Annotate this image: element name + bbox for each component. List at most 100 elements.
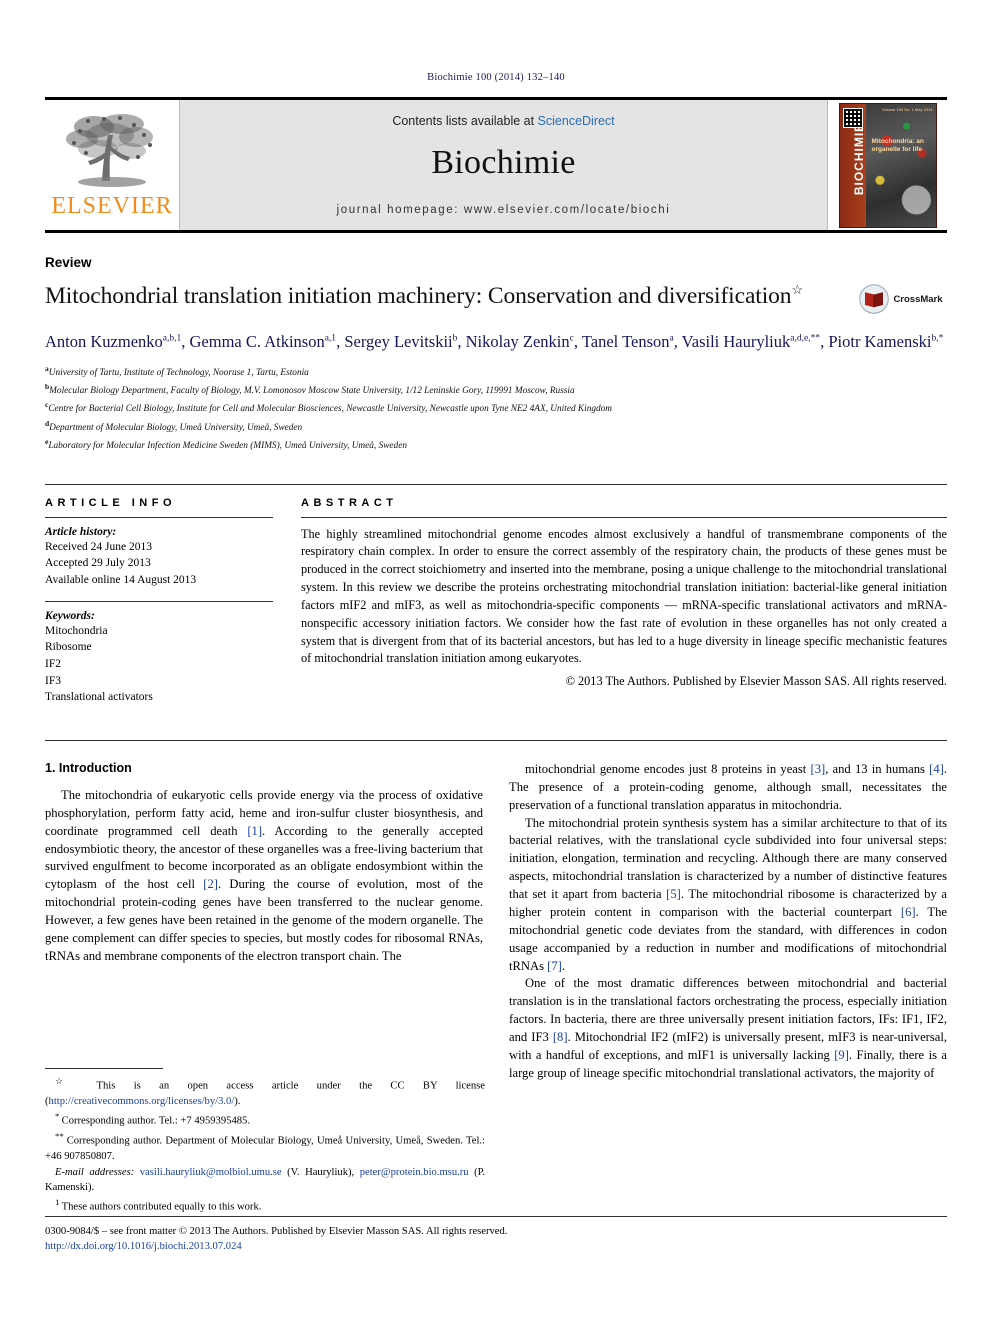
contents-available-line: Contents lists available at ScienceDirec… <box>392 114 614 128</box>
sciencedirect-link[interactable]: ScienceDirect <box>538 114 615 128</box>
journal-homepage-link[interactable]: journal homepage: www.elsevier.com/locat… <box>337 204 671 216</box>
article-history-lines: Received 24 June 2013 Accepted 29 July 20… <box>45 539 273 589</box>
keyword-item: IF2 <box>45 657 61 670</box>
body-paragraph: mitochondrial genome encodes just 8 prot… <box>509 761 947 812</box>
doi-link[interactable]: http://dx.doi.org/10.1016/j.biochi.2013.… <box>45 1239 947 1254</box>
body-paragraph: The mitochondria of eukaryotic cells pro… <box>45 787 483 963</box>
cover-caption: Mitochondria: an organelle for life <box>871 137 924 153</box>
body-column-left: 1. Introduction The mitochondria of euka… <box>45 761 483 1083</box>
citation-reference[interactable]: [3] <box>811 762 826 776</box>
author-name: Nikolay Zenkin <box>465 332 570 351</box>
info-abstract-block: ARTICLE INFO Article history: Received 2… <box>45 483 947 706</box>
citation-reference[interactable]: [8] <box>553 1030 568 1044</box>
citation-reference[interactable]: [2] <box>203 877 218 891</box>
journal-masthead: ELSEVIER Contents lists available at Sci… <box>45 97 947 233</box>
affiliation-marker: a <box>45 364 49 374</box>
footnote-item: * Corresponding author. Tel.: +7 4959395… <box>55 1111 250 1127</box>
affiliation-marker: d <box>45 418 50 428</box>
author-affiliation-marker: a <box>669 333 674 344</box>
citation-reference[interactable]: [4] <box>929 762 944 776</box>
article-info-column: ARTICLE INFO Article history: Received 2… <box>45 497 273 706</box>
right-column-paragraphs: mitochondrial genome encodes just 8 prot… <box>509 761 947 1083</box>
contents-prefix: Contents lists available at <box>392 114 538 128</box>
footnote-marker: ☆ <box>55 1076 97 1086</box>
citation-reference[interactable]: [1] <box>247 824 262 838</box>
footnote-item: ** Corresponding author. Department of M… <box>45 1130 485 1162</box>
elsevier-wordmark: ELSEVIER <box>51 192 173 219</box>
body-column-right: mitochondrial genome encodes just 8 prot… <box>509 761 947 1083</box>
section-heading-introduction: 1. Introduction <box>45 760 132 775</box>
journal-title: Biochimie <box>431 144 576 181</box>
crossmark-badge[interactable]: CrossMark <box>855 282 947 314</box>
abstract-text: The highly streamlined mitochondrial gen… <box>301 526 947 666</box>
footnote-label: E-mail addresses: <box>55 1166 140 1178</box>
abstract-copyright: © 2013 The Authors. Published by Elsevie… <box>565 674 947 689</box>
citation-reference[interactable]: [9] <box>834 1048 849 1062</box>
title-footnote-marker: ☆ <box>791 282 803 298</box>
affiliation-item: eLaboratory for Molecular Infection Medi… <box>45 436 407 451</box>
article-info-heading: ARTICLE INFO <box>45 496 176 509</box>
two-column-body: 1. Introduction The mitochondria of euka… <box>45 739 947 1083</box>
author-name: Piotr Kamenski <box>828 332 932 351</box>
footnote-lines: ☆ This is an open access article under t… <box>45 1075 485 1215</box>
author-affiliation-marker: a,1 <box>324 333 337 344</box>
author-name: Vasili Hauryliuk <box>681 332 791 351</box>
author-name: Tanel Tenson <box>581 332 670 351</box>
masthead-center: Contents lists available at ScienceDirec… <box>180 100 827 230</box>
issn-copyright-line: 0300-9084/$ – see front matter © 2013 Th… <box>45 1226 508 1237</box>
author-affiliation-marker: b <box>452 333 458 344</box>
elsevier-tree-icon <box>66 113 153 187</box>
article-title: Mitochondrial translation initiation mac… <box>45 282 855 312</box>
page-footer: 0300-9084/$ – see front matter © 2013 Th… <box>45 1216 947 1255</box>
crossmark-label: CrossMark <box>893 293 943 305</box>
running-head: Biochimie 100 (2014) 132–140 <box>427 72 565 83</box>
article-type-label: Review <box>45 255 92 270</box>
body-paragraph: The mitochondrial protein synthesis syst… <box>509 815 947 973</box>
article-info-divider <box>45 516 273 518</box>
journal-cover-thumbnail: BIOCHIMIE Volume 100 No. 1 May 2014 Mito… <box>827 100 947 230</box>
footnote-item: E-mail addresses: vasili.hauryliuk@molbi… <box>45 1166 485 1194</box>
author-list: Anton Kuzmenkoa,b,1, Gemma C. Atkinsona,… <box>45 332 944 351</box>
abstract-heading: ABSTRACT <box>301 496 398 509</box>
affiliation-item: cCentre for Bacterial Cell Biology, Inst… <box>45 400 613 415</box>
affiliation-marker: e <box>45 436 49 446</box>
affiliation-item: dDepartment of Molecular Biology, Umeå U… <box>45 418 303 433</box>
author-affiliation-marker: b,* <box>931 333 944 344</box>
crossmark-icon <box>859 284 890 314</box>
footnote-item: ☆ This is an open access article under t… <box>45 1076 485 1107</box>
title-row: Mitochondrial translation initiation mac… <box>45 282 947 314</box>
author-name: Anton Kuzmenko <box>45 332 163 351</box>
cover-qr-icon <box>842 107 863 128</box>
affiliation-marker: b <box>45 382 50 392</box>
keyword-item: Mitochondria <box>45 624 108 637</box>
author-name: Gemma C. Atkinson <box>189 332 325 351</box>
author-name: Sergey Levitskii <box>344 332 453 351</box>
email-link[interactable]: vasili.hauryliuk@molbiol.umu.se <box>140 1167 282 1178</box>
keywords-divider <box>45 600 273 602</box>
footnote-marker: 1 <box>55 1197 62 1208</box>
keyword-lines: Mitochondria Ribosome IF2 IF3 Translational … <box>45 623 273 706</box>
author-affiliation-marker: a,b,1 <box>162 333 182 344</box>
citation-reference[interactable]: [7] <box>547 959 562 973</box>
author-affiliation-marker: a,d,e,** <box>790 333 821 344</box>
affiliation-marker: c <box>45 400 49 410</box>
cover-issue-note: Volume 100 No. 1 May 2014 <box>882 106 933 112</box>
cover-image: BIOCHIMIE Volume 100 No. 1 May 2014 Mito… <box>838 102 937 228</box>
citation-reference[interactable]: [6] <box>901 905 916 919</box>
footnote-marker: ** <box>55 1130 67 1141</box>
keyword-item: Ribosome <box>45 641 92 654</box>
journal-article-page: Biochimie 100 (2014) 132–140 ELSEVIER Co… <box>0 0 992 1323</box>
elsevier-logo: ELSEVIER <box>45 100 180 230</box>
citation-reference[interactable]: [5] <box>666 887 681 901</box>
article-history-label: Article history: <box>45 525 117 538</box>
article-title-text: Mitochondrial translation initiation mac… <box>45 283 792 309</box>
footnote-divider <box>45 1068 163 1069</box>
affiliation-item: bMolecular Biology Department, Faculty o… <box>45 382 575 397</box>
email-link[interactable]: peter@protein.bio.msu.ru <box>360 1167 469 1178</box>
affiliation-item: aUniversity of Tartu, Institute of Techn… <box>45 364 309 379</box>
license-link[interactable]: http://creativecommons.org/licenses/by/3… <box>49 1096 235 1107</box>
footnote-item: 1 These authors contributed equally to t… <box>55 1197 262 1213</box>
keyword-item: Translational activators <box>45 691 153 704</box>
keyword-item: IF3 <box>45 674 61 687</box>
cover-artwork <box>865 103 936 227</box>
